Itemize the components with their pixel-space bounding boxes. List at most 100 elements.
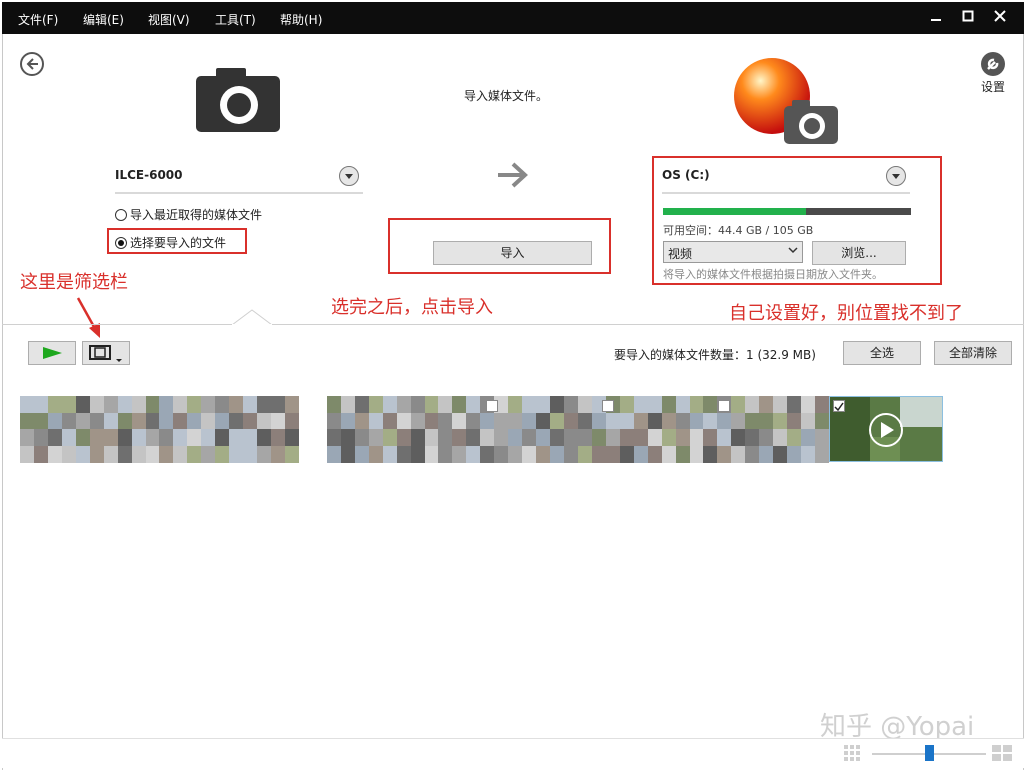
thumbnail-pixel — [591, 412, 607, 430]
thumbnail-pixel — [536, 412, 551, 430]
thumbnail-pixel — [536, 396, 551, 413]
thumbnail-pixel — [354, 429, 370, 446]
thumbnail-pixel — [424, 445, 439, 463]
thumbnail-pixel — [801, 396, 816, 413]
thumbnail-pixel — [619, 445, 635, 463]
thumbnail-pixel — [717, 429, 732, 446]
import-count-value: 1 (32.9 MB) — [746, 348, 816, 362]
thumbnail-pixel — [522, 429, 537, 446]
settings-button[interactable]: 设置 — [978, 52, 1008, 94]
zoom-slider-thumb[interactable] — [925, 745, 934, 761]
menu-file[interactable]: 文件(F) — [18, 11, 58, 28]
thumbnail-pixel — [173, 412, 188, 430]
thumbnail-checkbox[interactable] — [718, 400, 730, 412]
thumbnail-pixel — [89, 396, 105, 413]
thumbnail-pixel — [145, 412, 160, 430]
annotation-destination: 自己设置好，别位置找不到了 — [729, 303, 963, 324]
thumbnail-pixel — [285, 396, 300, 413]
thumbnail-pixel — [201, 429, 216, 446]
thumbnail-pixel — [731, 429, 746, 446]
annotation-box-destination — [652, 156, 942, 285]
select-all-button[interactable]: 全选 — [843, 341, 921, 365]
thumbnail-pixel — [326, 396, 342, 413]
thumbnail-pixel — [75, 412, 91, 430]
grid-small-icon[interactable] — [844, 745, 862, 764]
thumbnail-pixel — [591, 445, 607, 463]
wrench-icon — [981, 52, 1005, 76]
source-device-select[interactable]: ILCE-6000 — [115, 164, 363, 194]
thumbnail-pixel — [661, 412, 677, 430]
thumbnail-pixel — [89, 445, 105, 463]
thumbnail-pixel — [354, 412, 370, 430]
thumbnail-pixel — [633, 429, 649, 446]
app-logo-icon — [732, 56, 842, 151]
thumbnail-pixel — [605, 445, 621, 463]
thumbnail-pixel — [689, 445, 704, 463]
thumbnail-pixel — [47, 412, 63, 430]
thumbnail-pixel — [89, 412, 105, 430]
thumbnail-pixel — [271, 412, 286, 430]
thumbnail-pixel — [33, 429, 49, 446]
thumbnail-pixel — [61, 445, 77, 463]
thumbnail-pixel — [452, 445, 467, 463]
menu-view[interactable]: 视图(V) — [148, 11, 190, 28]
thumbnail-pixel — [675, 412, 690, 430]
thumbnail-checkbox[interactable] — [486, 400, 498, 412]
thumbnail-pixel — [47, 445, 63, 463]
thumbnail-pixel — [563, 445, 579, 463]
thumbnail-pixel — [47, 429, 63, 446]
clear-all-button[interactable]: 全部清除 — [934, 341, 1012, 365]
thumbnail-pixel — [145, 429, 160, 446]
thumbnail-pixel — [480, 445, 495, 463]
thumbnail-pixel — [787, 396, 802, 413]
back-icon[interactable] — [20, 52, 44, 76]
import-button[interactable]: 导入 — [433, 241, 592, 265]
menu-tools[interactable]: 工具(T) — [215, 11, 256, 28]
thumbnail-pixel — [550, 445, 565, 463]
maximize-icon[interactable] — [957, 8, 979, 28]
thumbnail-pixel — [103, 412, 119, 430]
minimize-icon[interactable] — [925, 8, 947, 28]
thumbnail-checkbox-checked[interactable] — [833, 400, 845, 412]
thumbnail-pixel — [187, 429, 202, 446]
thumbnail-pixel — [745, 396, 760, 413]
thumbnail-pixel — [647, 396, 663, 413]
thumbnail-pixel — [787, 429, 802, 446]
close-icon[interactable] — [989, 8, 1011, 28]
thumbnail-pixel — [131, 396, 147, 413]
thumbnail-pixel — [396, 445, 412, 463]
thumbnail-pixel — [703, 445, 718, 463]
thumbnail-pixel — [271, 396, 286, 413]
thumbnail-pixel — [33, 396, 49, 413]
thumbnail-pixel — [508, 412, 523, 430]
filter-button[interactable] — [82, 341, 130, 365]
thumbnail-pixel — [368, 445, 384, 463]
radio-dot — [115, 209, 127, 221]
menu-edit[interactable]: 编辑(E) — [83, 11, 124, 28]
thumbnail-pixel — [159, 412, 174, 430]
import-count-label: 要导入的媒体文件数量： — [614, 348, 747, 362]
thumbnail-video-selected[interactable] — [829, 396, 943, 462]
thumbnail-pixel — [131, 445, 147, 463]
thumbnail-pixel — [47, 396, 63, 413]
thumbnail-pixel — [285, 429, 300, 446]
thumbnail-checkbox[interactable] — [602, 400, 614, 412]
thumbnail-pixel — [787, 412, 802, 430]
thumbnail-pixel — [633, 445, 649, 463]
slideshow-button[interactable] — [28, 341, 76, 365]
thumbnail-pixel — [550, 412, 565, 430]
import-count: 要导入的媒体文件数量：1 (32.9 MB) — [614, 346, 816, 363]
thumbnail-pixel — [396, 412, 412, 430]
chevron-down-icon[interactable] — [339, 166, 359, 186]
thumbnail-pixel — [368, 412, 384, 430]
thumbnail-pixel — [354, 445, 370, 463]
thumbnail-pixel — [229, 445, 244, 463]
thumbnail-pixel — [382, 429, 398, 446]
thumbnail-pixel — [201, 396, 216, 413]
thumbnail-pixel — [661, 445, 677, 463]
thumbnail-pixel — [689, 412, 704, 430]
radio-recent-media[interactable]: 导入最近取得的媒体文件 — [115, 206, 262, 223]
menu-help[interactable]: 帮助(H) — [280, 11, 322, 28]
grid-large-icon[interactable] — [992, 745, 1012, 764]
thumbnail-pixel — [494, 412, 509, 430]
